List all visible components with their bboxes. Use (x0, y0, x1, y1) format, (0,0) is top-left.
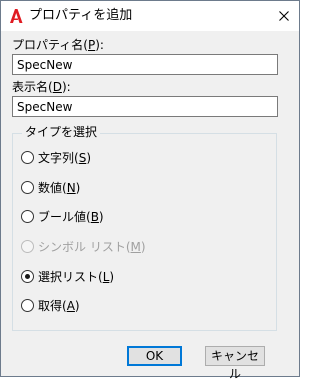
cancel-button[interactable]: キャンセル (205, 346, 265, 381)
close-button[interactable] (269, 1, 299, 31)
radio-boolean-label: ブール値(B) (38, 210, 104, 224)
display-name-input[interactable] (12, 96, 278, 117)
radio-button[interactable] (21, 210, 34, 223)
add-property-dialog: プロパティを追加 プロパティ名(P): 表示名(D): タイプを選択 文字列(S… (0, 0, 300, 381)
dialog-title: プロパティを追加 (29, 8, 133, 23)
property-name-label-suffix: ): (95, 38, 104, 52)
radio-button[interactable] (21, 181, 34, 194)
display-name-label-suffix: ): (61, 80, 71, 94)
radio-selection-list-label: 選択リスト(L) (38, 270, 115, 284)
radio-button (21, 240, 34, 253)
radio-button[interactable] (21, 299, 34, 312)
radio-acquire-label: 取得(A) (38, 299, 80, 313)
display-name-label: 表示名(D): (12, 79, 71, 95)
radio-selected-dot (25, 274, 30, 279)
close-icon (279, 11, 289, 21)
autocad-a-icon (10, 9, 23, 23)
display-name-label-text: 表示名( (12, 80, 53, 94)
radio-button-selected[interactable] (21, 270, 34, 283)
property-name-input[interactable] (12, 54, 278, 75)
radio-symbol-list-label: シンボル リスト(M) (38, 240, 146, 254)
ok-button[interactable]: OK (127, 346, 182, 366)
radio-number-label: 数値(N) (38, 181, 81, 195)
radio-button[interactable] (21, 151, 34, 164)
type-group-title: タイプを選択 (22, 124, 101, 140)
display-name-mnemonic: D (52, 80, 62, 94)
radio-string-label: 文字列(S) (38, 151, 91, 165)
title-bar: プロパティを追加 (1, 1, 299, 31)
property-name-label-text: プロパティ名( (12, 38, 88, 52)
property-name-label: プロパティ名(P): (12, 37, 104, 53)
